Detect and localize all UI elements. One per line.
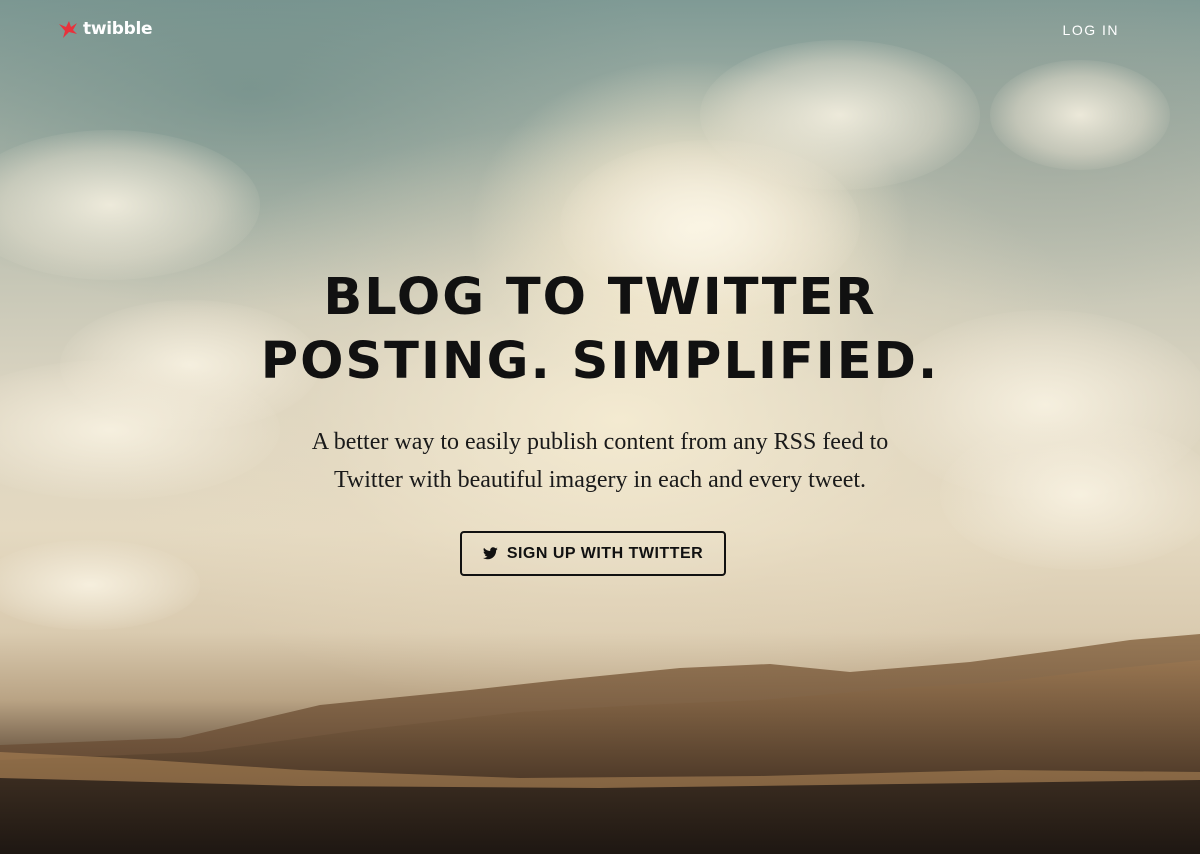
twibble-bird-logo-icon [59,21,77,38]
hero-subheading: A better way to easily publish content f… [250,423,950,499]
headline-line-2: POSTING. SIMPLIFIED. [260,332,940,391]
brand-name: twibble [83,19,153,39]
sign-up-with-twitter-button[interactable]: SIGN UP WITH TWITTER [460,531,726,576]
subhead-line-1: A better way to easily publish content f… [311,429,889,455]
subhead-line-2: Twitter with beautiful imagery in each a… [333,467,867,493]
twitter-bird-icon [482,547,498,560]
headline-line-1: BLOG TO TWITTER [323,268,877,327]
login-link[interactable]: LOG IN [1063,22,1119,38]
sign-up-button-label: SIGN UP WITH TWITTER [506,544,704,562]
twibble-logo-link[interactable]: twibble [57,18,153,40]
hero-headline: BLOG TO TWITTER POSTING. SIMPLIFIED. [0,266,1200,394]
